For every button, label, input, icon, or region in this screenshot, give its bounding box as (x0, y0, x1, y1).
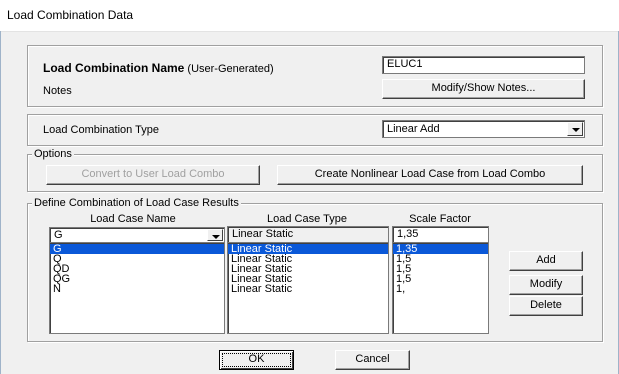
add-button[interactable]: Add (509, 251, 583, 271)
header-load-case-name: Load Case Name (90, 213, 176, 225)
ok-button[interactable]: OK (219, 350, 294, 370)
chevron-down-icon[interactable] (567, 122, 583, 136)
type-panel: Load Combination Type Linear Add (27, 114, 603, 146)
scale-factor-value: 1,35 (397, 228, 419, 240)
modify-show-notes-button[interactable]: Modify/Show Notes... (382, 79, 585, 99)
combo-name-value: ELUC1 (387, 58, 423, 70)
window-frame-left (0, 31, 1, 374)
title-bar: Load Combination Data (0, 0, 619, 32)
combo-type-dropdown[interactable]: Linear Add (382, 120, 585, 138)
scale-factor-list[interactable]: 1,35 1,5 1,5 1,5 1, (392, 242, 489, 334)
header-scale-factor: Scale Factor (409, 213, 471, 225)
load-case-type-value: Linear Static (232, 228, 294, 240)
list-item[interactable]: G (50, 244, 224, 255)
create-nonlinear-load-case-button[interactable]: Create Nonlinear Load Case from Load Com… (277, 165, 583, 185)
list-item[interactable]: Linear Static (228, 284, 388, 295)
convert-to-user-combo-button[interactable]: Convert to User Load Combo (46, 165, 260, 185)
load-case-name-value: G (54, 229, 63, 241)
define-combination-group: Define Combination of Load Case Results … (27, 197, 603, 342)
list-item[interactable]: Q (50, 254, 224, 265)
options-legend: Options (32, 148, 74, 160)
define-combination-legend: Define Combination of Load Case Results (32, 197, 241, 209)
notes-label: Notes (43, 85, 72, 97)
list-item[interactable]: 1,5 (393, 274, 488, 285)
list-item[interactable]: QG (50, 274, 224, 285)
combo-name-label: Load Combination Name (User-Generated) (43, 61, 274, 75)
options-group: Options Convert to User Load Combo Creat… (27, 148, 603, 192)
load-case-name-list[interactable]: G Q QD QG N (49, 242, 225, 334)
name-panel: Load Combination Name (User-Generated) E… (27, 45, 603, 107)
chevron-down-icon[interactable] (207, 229, 223, 241)
list-item[interactable]: QD (50, 264, 224, 275)
delete-button[interactable]: Delete (509, 296, 583, 316)
cancel-button[interactable]: Cancel (335, 350, 410, 370)
load-case-name-dropdown[interactable]: G (49, 227, 225, 243)
list-item[interactable]: N (50, 284, 224, 295)
modify-button[interactable]: Modify (509, 275, 583, 295)
scale-factor-input[interactable]: 1,35 (392, 226, 489, 243)
list-item[interactable]: 1, (393, 284, 488, 295)
load-case-type-list[interactable]: Linear Static Linear Static Linear Stati… (227, 242, 389, 334)
combo-type-label: Load Combination Type (43, 124, 159, 136)
combo-type-value: Linear Add (387, 123, 440, 135)
combo-name-label-suffix: (User-Generated) (187, 63, 274, 75)
load-case-type-field: Linear Static (227, 226, 389, 243)
combo-name-input[interactable]: ELUC1 (382, 56, 585, 74)
window-title: Load Combination Data (7, 8, 134, 22)
combo-name-label-bold: Load Combination Name (43, 61, 185, 75)
header-load-case-type: Load Case Type (267, 213, 347, 225)
